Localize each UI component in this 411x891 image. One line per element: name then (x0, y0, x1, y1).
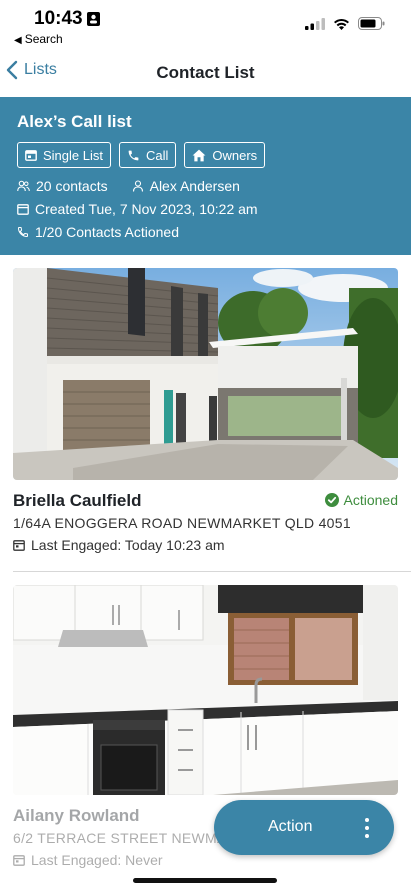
divider (13, 571, 411, 572)
single-list-chip[interactable]: Single List (17, 142, 111, 168)
people-icon (17, 180, 30, 191)
more-vertical-icon[interactable] (362, 817, 372, 839)
call-label: Call (145, 147, 169, 163)
list-owner: Alex Andersen (149, 177, 240, 194)
created-date: Created Tue, 7 Nov 2023, 10:22 am (35, 200, 258, 217)
calendar-icon (17, 203, 29, 215)
calendar-icon (13, 540, 25, 551)
wifi-icon (334, 18, 349, 30)
list-title: Alex’s Call list (17, 112, 132, 131)
calendar-icon (25, 150, 37, 161)
person-icon (132, 179, 143, 192)
last-engaged: Last Engaged: Today 10:23 am (13, 537, 398, 553)
call-chip[interactable]: Call (118, 142, 177, 168)
contact-address: 1/64A ENOGGERA ROAD NEWMARKET QLD 4051 (13, 515, 351, 531)
contact-card[interactable]: Actioned Briella Caulfield 1/64A ENOGGER… (13, 268, 398, 564)
back-to-app[interactable]: ◀ Search (14, 32, 63, 46)
back-app-label: Search (24, 32, 63, 46)
phone-icon (17, 226, 28, 237)
kitchen-photo (13, 585, 398, 795)
house-exterior-photo (13, 268, 398, 480)
list-summary-banner: Alex’s Call list Single List Call Owners (0, 97, 411, 255)
battery-icon (358, 17, 385, 30)
owners-chip[interactable]: Owners (184, 142, 266, 168)
owners-label: Owners (212, 147, 258, 163)
home-icon (192, 149, 206, 161)
page-title: Contact List (156, 63, 255, 82)
home-indicator[interactable] (133, 878, 277, 883)
status-label: Actioned (343, 492, 398, 508)
actioned-progress: 1/20 Contacts Actioned (35, 223, 179, 240)
status-time: 10:43 (34, 8, 83, 29)
last-engaged-text: Last Engaged: Today 10:23 am (31, 537, 225, 553)
action-button-label: Action (268, 818, 313, 835)
single-list-label: Single List (43, 147, 103, 163)
contacts-count: 20 contacts (36, 177, 108, 194)
calendar-icon (13, 855, 25, 866)
phone-icon (128, 150, 139, 160)
status-bar: 10:43 ◀ Search (0, 0, 411, 50)
contact-card-icon (87, 12, 100, 26)
status-badge: Actioned (324, 492, 398, 508)
nav-header: Lists Contact List (0, 52, 411, 96)
last-engaged-text: Last Engaged: Never (31, 852, 163, 868)
back-triangle-icon: ◀ (14, 35, 22, 46)
cellular-signal-icon (305, 17, 325, 30)
check-circle-icon (324, 493, 339, 507)
action-button[interactable]: Action (214, 800, 394, 855)
